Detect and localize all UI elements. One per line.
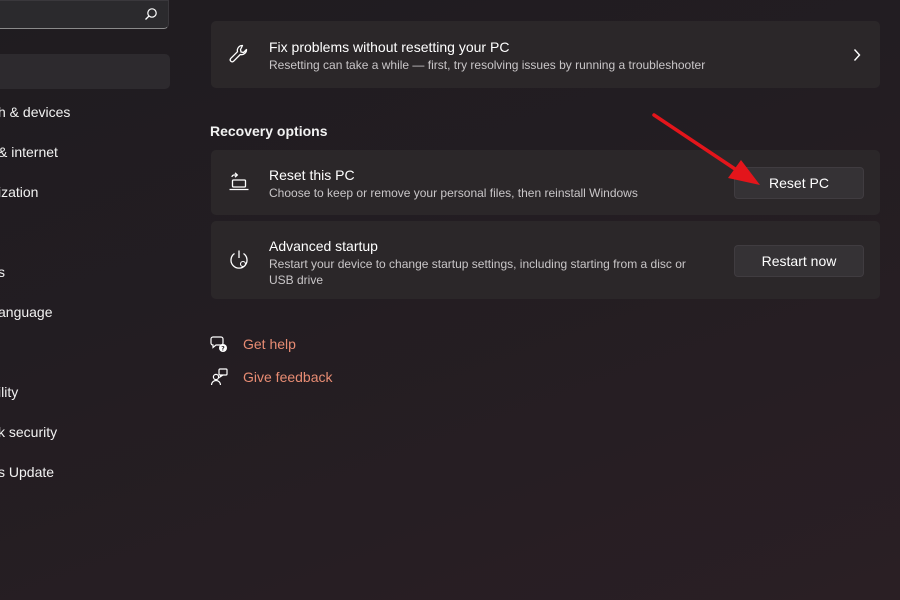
sidebar-item-time-language[interactable]: anguage [0,304,53,320]
fix-problems-card[interactable]: Fix problems without resetting your PC R… [211,21,880,88]
sidebar-item-accounts[interactable]: s [0,264,5,280]
advanced-startup-icon [230,250,248,269]
reset-pc-subtitle: Choose to keep or remove your personal f… [269,186,638,200]
sidebar-item-selected[interactable] [0,54,170,89]
sidebar-item-personalization[interactable]: ization [0,184,38,200]
fix-problems-subtitle: Resetting can take a while — first, try … [269,58,706,72]
sidebar-item-devices[interactable]: h & devices [0,104,70,120]
search-input[interactable] [0,0,169,29]
reset-pc-title: Reset this PC [269,167,355,183]
advanced-startup-title: Advanced startup [269,238,378,254]
svg-text:?: ? [221,345,225,352]
help-icon: ? [210,336,227,352]
wrench-icon [229,44,248,63]
advanced-startup-subtitle-line1: Restart your device to change startup se… [269,257,686,271]
sidebar-item-privacy-security[interactable]: k security [0,424,57,440]
feedback-icon [210,368,228,386]
restart-now-button[interactable]: Restart now [734,245,864,277]
advanced-startup-card: Advanced startup Restart your device to … [211,221,880,299]
chevron-right-icon [853,49,861,61]
reset-pc-icon [229,172,249,191]
reset-pc-button[interactable]: Reset PC [734,167,864,199]
get-help-label[interactable]: Get help [243,336,296,352]
give-feedback-label[interactable]: Give feedback [243,369,333,385]
fix-problems-title: Fix problems without resetting your PC [269,39,510,55]
sidebar-item-network[interactable]: & internet [0,144,58,160]
search-icon [145,8,157,20]
advanced-startup-subtitle-line2: USB drive [269,273,324,287]
sidebar-item-windows-update[interactable]: s Update [0,464,54,480]
recovery-options-heading: Recovery options [210,123,328,139]
annotation-arrow [652,113,760,185]
sidebar-item-accessibility[interactable]: ility [0,384,18,400]
reset-pc-card: Reset this PC Choose to keep or remove y… [211,150,880,215]
